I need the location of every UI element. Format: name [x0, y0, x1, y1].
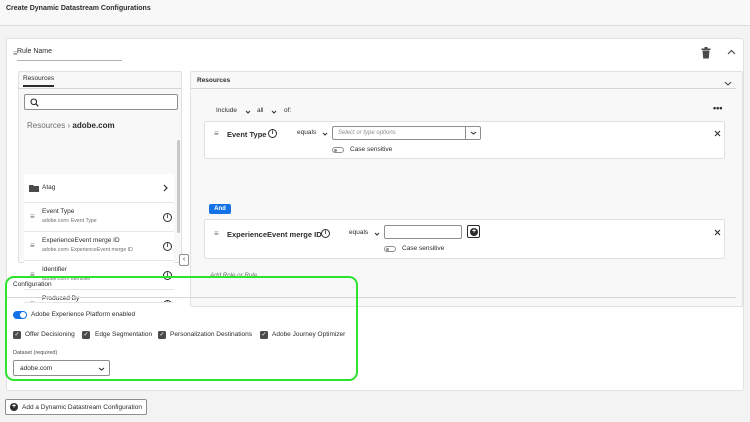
- resource-item-path: adobe.com› ExperienceEvent merge ID: [42, 247, 133, 253]
- folder-icon: [29, 185, 39, 192]
- resource-item-event-type[interactable]: ≡ Event Type adobe.com› Event Type i: [24, 203, 174, 232]
- case-sensitive-label: Case sensitive: [402, 245, 445, 252]
- breadcrumb: Resources › adobe.com: [27, 121, 115, 130]
- info-icon[interactable]: i: [321, 229, 330, 238]
- more-options-icon[interactable]: •••: [713, 103, 722, 113]
- resource-item-path: adobe.com› Event Type: [42, 218, 97, 224]
- info-icon[interactable]: i: [163, 213, 172, 222]
- search-input[interactable]: [24, 94, 178, 110]
- page-header: [0, 0, 750, 26]
- search-icon: [30, 98, 39, 107]
- resources-panel: Resources Resources › adobe.com Atag ≡ E…: [18, 71, 182, 303]
- resource-item-title: Identifier: [42, 266, 67, 273]
- value-combobox[interactable]: Select or type options: [332, 126, 481, 140]
- configuration-highlight: [5, 276, 358, 381]
- info-icon[interactable]: i: [163, 242, 172, 251]
- case-sensitive-toggle[interactable]: [332, 147, 344, 153]
- drag-handle-icon[interactable]: ≡: [30, 241, 35, 250]
- operator-dropdown[interactable]: equals: [297, 129, 316, 136]
- resource-item-title: ExperienceEvent merge ID: [42, 237, 120, 244]
- info-icon[interactable]: i: [268, 129, 277, 138]
- chevron-right-icon: [163, 184, 168, 192]
- chevron-down-icon[interactable]: [322, 132, 328, 136]
- trash-icon[interactable]: [701, 47, 711, 59]
- drag-handle-icon[interactable]: ≡: [214, 129, 219, 138]
- add-configuration-label: Add a Dynamic Datastream Configuration: [22, 404, 142, 411]
- case-sensitive-label: Case sensitive: [350, 146, 393, 153]
- collapse-panel-button[interactable]: ‹: [179, 254, 189, 266]
- and-badge[interactable]: And: [209, 204, 231, 214]
- panel-divider: [191, 88, 736, 89]
- close-icon[interactable]: [714, 229, 721, 236]
- breadcrumb-separator: ›: [67, 121, 71, 130]
- chevron-down-icon[interactable]: [271, 110, 277, 114]
- condition-row: ≡ Event Type i equals Select or type opt…: [204, 121, 725, 159]
- condition-field-label: Event Type: [227, 130, 267, 139]
- of-label: of:: [284, 107, 292, 114]
- drag-handle-icon[interactable]: ≡: [214, 229, 219, 238]
- resource-item-title: Atag: [42, 184, 56, 191]
- conditions-panel: Resources Include all of: ••• ≡ Event Ty…: [190, 71, 743, 307]
- scrollbar[interactable]: [177, 140, 180, 233]
- include-dropdown[interactable]: Include: [216, 107, 237, 114]
- operator-dropdown[interactable]: equals: [349, 229, 368, 236]
- match-dropdown[interactable]: all: [257, 107, 264, 114]
- tab-divider: [19, 88, 181, 89]
- breadcrumb-current: adobe.com: [72, 121, 115, 130]
- conditions-panel-title: Resources: [197, 77, 231, 84]
- chevron-up-icon[interactable]: [727, 49, 736, 55]
- add-configuration-button[interactable]: + Add a Dynamic Datastream Configuration: [5, 399, 147, 415]
- plus-icon: +: [10, 403, 18, 411]
- case-sensitive-toggle[interactable]: [384, 246, 396, 252]
- close-icon[interactable]: [714, 130, 721, 137]
- chevron-down-icon[interactable]: [245, 110, 251, 114]
- tab-resources[interactable]: Resources: [23, 75, 55, 87]
- include-row: Include all of: •••: [216, 103, 726, 117]
- value-input[interactable]: [384, 225, 462, 239]
- page-title: Create Dynamic Datastream Configurations: [6, 5, 151, 12]
- chevron-down-icon[interactable]: [724, 81, 732, 86]
- value-placeholder: Select or type options: [338, 130, 396, 136]
- resource-item-atag[interactable]: Atag: [24, 174, 174, 203]
- resource-item-title: Event Type: [42, 208, 75, 215]
- resource-item-merge-id[interactable]: ≡ ExperienceEvent merge ID adobe.com› Ex…: [24, 232, 174, 261]
- condition-field-label: ExperienceEvent merge ID: [227, 230, 322, 239]
- condition-row: ≡ ExperienceEvent merge ID i equals + Ca…: [204, 219, 725, 259]
- chevron-down-icon[interactable]: [374, 232, 380, 236]
- chevron-down-icon[interactable]: [470, 131, 477, 135]
- rule-name-input[interactable]: Rule Name: [17, 48, 122, 61]
- drag-handle-icon[interactable]: ≡: [30, 212, 35, 221]
- breadcrumb-root[interactable]: Resources: [27, 121, 65, 130]
- combobox-divider: [465, 127, 466, 139]
- plus-icon: +: [470, 228, 478, 236]
- add-value-button[interactable]: +: [467, 225, 480, 238]
